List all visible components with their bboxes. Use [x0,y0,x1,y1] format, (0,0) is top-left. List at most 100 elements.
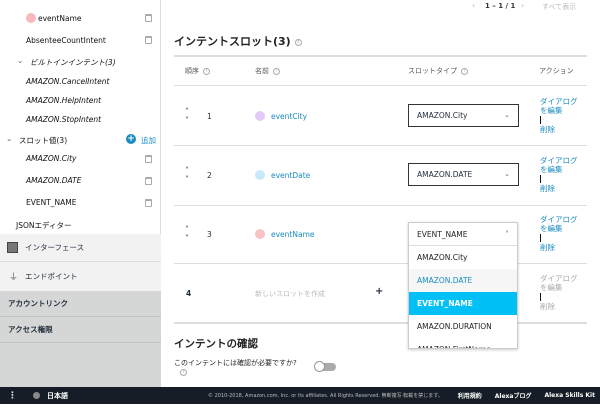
header-order-label: 順序 [185,67,199,75]
footer: ⋮ 日本語 © 2010-2018, Amazon.com, Inc. or i… [0,387,600,404]
separator [540,175,541,183]
trash-icon[interactable] [145,36,152,44]
slot-color-dot [26,13,36,23]
trash-icon[interactable] [145,177,152,185]
trash-icon[interactable] [145,199,152,207]
sidebar-item-cancel[interactable]: AMAZON.CancelIntent [26,77,109,86]
header-name-label: 名前 [255,67,269,75]
confirm-toggle[interactable] [314,361,336,372]
language-selector[interactable]: 日本語 [47,391,68,401]
sidebar-item-slot-values[interactable]: スロット値(3) [19,135,67,146]
sidebar-item-help[interactable]: AMAZON.HelpIntent [26,96,101,105]
select-value: AMAZON.DATE [417,170,473,179]
reorder-arrows[interactable]: ˄ ˅ [185,166,189,184]
divider [174,55,587,57]
confirm-question: このインテントには確認が必要ですか?? [174,360,304,376]
copyright: © 2010-2018, Amazon.com, Inc. or its aff… [208,393,443,399]
slot-order: 3 [207,230,212,239]
slot-color-dot [255,111,265,121]
help-icon[interactable]: ? [294,38,302,46]
delete-link: 削除 [540,302,555,311]
edit-dialog-link[interactable]: ダイアログを編集 [540,215,580,233]
help-icon[interactable]: ? [461,67,468,75]
row-actions: ダイアログを編集削除 [540,97,580,134]
divider [174,85,587,86]
menu-dots-icon[interactable]: ⋮ [8,391,17,401]
delete-link[interactable]: 削除 [540,184,580,193]
dropdown-input[interactable]: EVENT_NAME ˄ [409,223,517,246]
help-icon[interactable]: ? [203,67,210,75]
slot-order: 4 [186,289,192,298]
blog-link[interactable]: Alexaブログ [495,391,532,400]
globe-icon [33,392,40,399]
chevron-down-icon: ⌄ [504,111,510,119]
help-icon[interactable]: ? [273,67,280,75]
dropdown-option[interactable]: AMAZON.City [409,246,517,269]
sidebar-item-json-editor[interactable]: JSONエディター [16,220,71,231]
slot-type-dropdown[interactable]: EVENT_NAME ˄ AMAZON.City AMAZON.DATE EVEN… [408,222,518,349]
add-icon[interactable]: + [126,134,136,144]
reorder-arrows[interactable]: ˄ ˅ [185,225,189,243]
sidebar-item-access[interactable]: アクセス権限 [0,317,161,343]
chevron-down-icon[interactable]: ⌄ [6,134,12,143]
slot-name-link[interactable]: eventDate [271,171,310,180]
sidebar-item-event-name[interactable]: EVENT_NAME [26,198,77,207]
delete-link[interactable]: 削除 [540,125,580,134]
edit-dialog-link[interactable]: ダイアログを編集 [540,97,580,115]
slot-order: 2 [207,171,212,180]
header-type: スロットタイプ? [408,66,468,76]
skills-kit-link[interactable]: Alexa Skills Kit [544,392,595,399]
sidebar-item-city[interactable]: AMAZON.City [26,154,76,163]
separator [540,116,541,124]
interface-icon [7,242,18,253]
sidebar-item-builtin[interactable]: ビルトインインテント(3) [30,57,116,68]
row-actions: ダイアログを編集削除 [540,215,580,252]
reorder-arrows[interactable]: ˄ ˅ [185,107,189,125]
dropdown-input-value: EVENT_NAME [417,230,468,239]
prev-page-button[interactable]: ‹ [472,1,475,10]
sidebar-item-account-link[interactable]: アカウントリンク [0,291,161,317]
trash-icon[interactable] [145,155,152,163]
confirm-question-text: このインテントには確認が必要ですか? [174,359,297,367]
sidebar-filler [0,343,161,387]
chevron-down-icon[interactable]: ⌄ [17,56,23,65]
new-slot-input[interactable]: 新しいスロットを作成 [255,289,325,299]
delete-link[interactable]: 削除 [540,243,580,252]
slot-name-link[interactable]: eventName [271,230,315,239]
slot-type-select[interactable]: AMAZON.City ⌄ [408,104,519,127]
terms-link[interactable]: 利用規約 [458,391,482,400]
sidebar-item-date[interactable]: AMAZON.DATE [26,176,81,185]
toggle-knob [314,361,325,372]
sidebar-item-endpoint[interactable]: ⏚ エンドポイント [0,262,161,291]
slots-title-text: インテントスロット(3) [174,35,291,48]
slot-color-dot [255,229,265,239]
divider [174,263,587,264]
help-icon[interactable]: ? [180,369,187,376]
add-slot-button[interactable]: + [375,286,383,297]
sidebar-item-stop[interactable]: AMAZON.StopIntent [26,115,101,124]
next-page-button[interactable]: › [521,1,524,10]
confirm-title: インテントの確認 [174,338,258,350]
sidebar-item-absentee[interactable]: AbsenteeCountIntent [26,36,106,45]
header-type-label: スロットタイプ [408,67,457,75]
header-action: アクション [539,67,574,75]
slot-order: 1 [207,112,212,121]
chevron-down-icon: ⌄ [504,170,510,178]
trash-icon[interactable] [145,14,152,22]
dropdown-option-selected[interactable]: EVENT_NAME [409,292,517,315]
slot-type-select[interactable]: AMAZON.DATE ⌄ [408,163,519,186]
dropdown-option[interactable]: AMAZON.FirstName [409,338,517,348]
slot-color-dot [255,170,265,180]
separator [540,293,541,301]
dropdown-option[interactable]: AMAZON.DATE [409,269,517,292]
add-slot-type-link[interactable]: 追加 [141,135,156,146]
dropdown-option[interactable]: AMAZON.DURATION [409,315,517,338]
edit-dialog-link[interactable]: ダイアログを編集 [540,156,580,174]
endpoint-label: エンドポイント [25,272,78,281]
sidebar-item-interface[interactable]: インターフェース [0,234,161,262]
slot-name-link[interactable]: eventCity [271,112,307,121]
select-value: AMAZON.City [417,111,468,120]
separator [540,234,541,242]
sidebar-item-eventname[interactable]: eventName [38,14,82,23]
show-all-link[interactable]: すべて表示 [542,2,576,12]
